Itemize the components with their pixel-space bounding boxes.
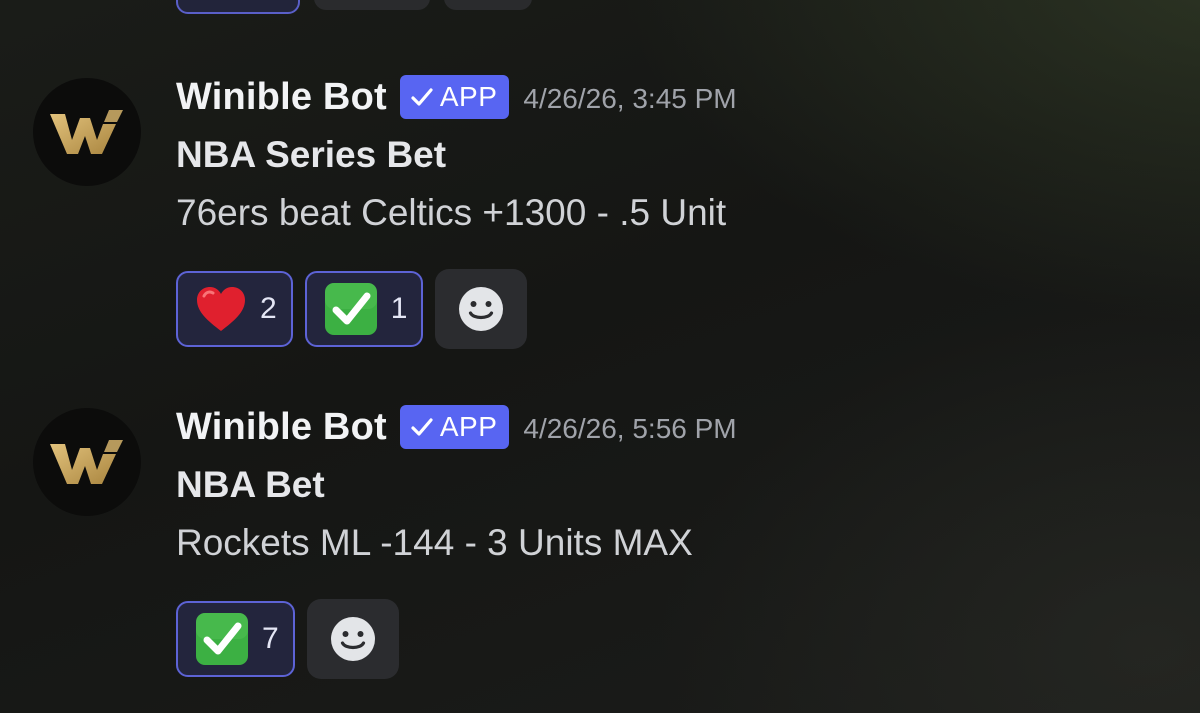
previous-message-reactions: [176, 0, 532, 14]
check-mark-button-icon: [324, 283, 377, 335]
message-body: 76ers beat Celtics +1300 - .5 Unit: [176, 192, 727, 233]
app-badge-label: APP: [439, 81, 498, 112]
timestamp: 4/26/26, 5:56 PM: [523, 413, 737, 444]
reaction-count: 7: [262, 622, 279, 655]
avatar[interactable]: [33, 78, 141, 186]
reactions-bar: 2 1: [176, 269, 1160, 349]
avatar[interactable]: [33, 408, 141, 516]
reaction-button[interactable]: [176, 0, 300, 14]
reaction-heart[interactable]: 2: [176, 271, 293, 347]
smiley-add-reaction-icon: [330, 617, 375, 661]
app-badge-label: APP: [439, 411, 498, 442]
add-reaction-button[interactable]: [444, 0, 532, 10]
check-mark-button-icon: [196, 613, 248, 665]
add-reaction-button[interactable]: [435, 269, 528, 349]
app-badge: APP: [399, 405, 510, 449]
heart-icon: [197, 287, 245, 331]
reaction-button[interactable]: [314, 0, 430, 10]
winible-logo-icon: [50, 440, 123, 484]
username[interactable]: Winible Bot: [176, 406, 387, 449]
app-badge: APP: [399, 75, 510, 119]
verified-check-icon: [410, 85, 434, 109]
winible-logo-icon: [50, 110, 123, 154]
message-body: Rockets ML -144 - 3 Units MAX: [176, 522, 693, 563]
message-title: NBA Bet: [176, 464, 325, 505]
add-reaction-button[interactable]: [306, 599, 399, 679]
reaction-check[interactable]: 7: [176, 601, 295, 677]
reaction-check[interactable]: 1: [304, 271, 424, 347]
timestamp: 4/26/26, 3:45 PM: [523, 83, 737, 114]
username[interactable]: Winible Bot: [176, 76, 387, 119]
reaction-count: 1: [390, 292, 408, 325]
smiley-add-reaction-icon: [459, 287, 504, 331]
message-title: NBA Series Bet: [176, 134, 447, 175]
reactions-bar: 7: [176, 599, 1160, 679]
reaction-count: 2: [260, 292, 277, 325]
verified-check-icon: [410, 415, 434, 439]
